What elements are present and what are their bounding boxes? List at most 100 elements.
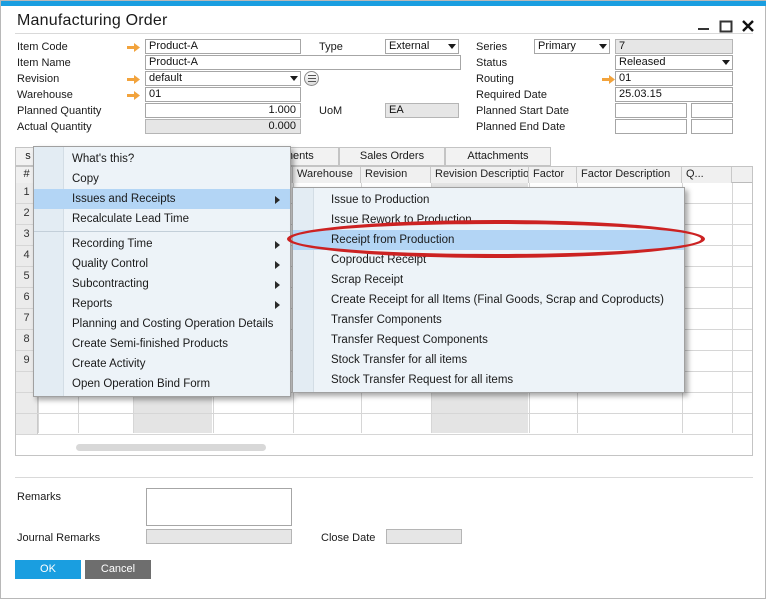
required-arrow-icon	[602, 74, 616, 85]
menu-item-label: Issue to Production	[331, 190, 429, 210]
menu-item-planning-and-costing-operation-details[interactable]: Planning and Costing Operation Details	[34, 314, 290, 334]
planned-end-date-input[interactable]	[615, 119, 687, 134]
menu-item-label: Create Activity	[72, 354, 146, 374]
chevron-right-icon	[275, 261, 280, 269]
footer-divider	[15, 477, 753, 478]
chevron-down-icon	[448, 44, 456, 49]
planned-start-date-input[interactable]	[615, 103, 687, 118]
status-select[interactable]: Released	[615, 55, 733, 70]
menu-item-label: Transfer Components	[331, 310, 442, 330]
label-journal-remarks: Journal Remarks	[17, 532, 100, 544]
menu-item-reports[interactable]: Reports	[34, 294, 290, 314]
type-select[interactable]: External	[385, 39, 459, 54]
routing-input[interactable]: 01	[615, 71, 733, 86]
menu-item-create-activity[interactable]: Create Activity	[34, 354, 290, 374]
label-remarks: Remarks	[17, 491, 61, 503]
chevron-down-icon	[599, 44, 607, 49]
planned-quantity-input[interactable]: 1.000	[145, 103, 301, 118]
grid-col-warehouse[interactable]: Warehouse	[293, 167, 361, 183]
menu-item-recording-time[interactable]: Recording Time	[34, 234, 290, 254]
chevron-right-icon	[275, 196, 280, 204]
submenu-item-stock-transfer-request-for-all-items[interactable]: Stock Transfer Request for all items	[293, 370, 684, 390]
context-menu[interactable]: What's this? Copy Issues and Receipts Re…	[33, 146, 291, 397]
label-type: Type	[319, 41, 343, 53]
submenu-item-scrap-receipt[interactable]: Scrap Receipt	[293, 270, 684, 290]
maximize-button[interactable]	[717, 18, 735, 34]
required-arrow-icon	[127, 74, 141, 85]
label-close-date: Close Date	[321, 532, 375, 544]
grid-col-revision-description[interactable]: Revision Description	[431, 167, 529, 183]
submenu-item-transfer-request-components[interactable]: Transfer Request Components	[293, 330, 684, 350]
menu-item-open-operation-bind-form[interactable]: Open Operation Bind Form	[34, 374, 290, 394]
item-name-input[interactable]: Product-A	[145, 55, 461, 70]
label-planned-start-date: Planned Start Date	[476, 105, 569, 117]
chevron-right-icon	[275, 281, 280, 289]
grid-col-factor-description[interactable]: Factor Description	[577, 167, 682, 183]
menu-item-label: Recording Time	[72, 234, 153, 254]
menu-item-label: Create Semi-finished Products	[72, 334, 228, 354]
series-value: Primary	[538, 40, 576, 52]
grid-col-revision[interactable]: Revision	[361, 167, 431, 183]
menu-item-subcontracting[interactable]: Subcontracting	[34, 274, 290, 294]
planned-start-time-input[interactable]	[691, 103, 733, 118]
menu-separator	[34, 231, 290, 232]
revision-list-button[interactable]	[304, 71, 319, 86]
close-button[interactable]	[739, 18, 757, 34]
menu-item-recalculate-lead-time[interactable]: Recalculate Lead Time	[34, 209, 290, 229]
type-value: External	[389, 40, 429, 52]
menu-item-label: Issues and Receipts	[72, 189, 176, 209]
menu-item-label: What's this?	[72, 149, 134, 169]
order-header-form: Item Code Item Name Revision Warehouse P…	[1, 34, 766, 139]
label-uom: UoM	[319, 105, 342, 117]
submenu-item-receipt-from-production[interactable]: Receipt from Production	[293, 230, 684, 250]
submenu-item-stock-transfer-for-all-items[interactable]: Stock Transfer for all items	[293, 350, 684, 370]
grid-horizontal-scrollbar[interactable]	[76, 444, 266, 451]
menu-item-label: Copy	[72, 169, 99, 189]
remarks-textarea[interactable]	[146, 488, 292, 526]
page-title: Manufacturing Order	[17, 12, 168, 30]
label-item-name: Item Name	[17, 57, 71, 69]
menu-item-copy[interactable]: Copy	[34, 169, 290, 189]
warehouse-input[interactable]: 01	[145, 87, 301, 102]
menu-item-issues-and-receipts[interactable]: Issues and Receipts	[34, 189, 290, 209]
manufacturing-order-window: Manufacturing Order Item Code Item Name …	[0, 0, 766, 599]
submenu-item-issue-rework-to-production[interactable]: Issue Rework to Production	[293, 210, 684, 230]
series-select[interactable]: Primary	[534, 39, 610, 54]
menu-item-whats-this[interactable]: What's this?	[34, 149, 290, 169]
label-planned-quantity: Planned Quantity	[17, 105, 101, 117]
required-date-input[interactable]: 25.03.15	[615, 87, 733, 102]
cancel-button[interactable]: Cancel	[85, 560, 151, 579]
menu-item-label: Create Receipt for all Items (Final Good…	[331, 290, 664, 310]
menu-item-label: Reports	[72, 294, 112, 314]
menu-item-create-semi-finished-products[interactable]: Create Semi-finished Products	[34, 334, 290, 354]
grid-col-factor[interactable]: Factor	[529, 167, 577, 183]
ok-button[interactable]: OK	[15, 560, 81, 579]
grid-col-quantity[interactable]: Q...	[682, 167, 732, 183]
revision-select[interactable]: default	[145, 71, 301, 86]
planned-end-time-input[interactable]	[691, 119, 733, 134]
minimize-button[interactable]	[695, 18, 713, 34]
chevron-right-icon	[275, 301, 280, 309]
title-bar: Manufacturing Order	[1, 6, 765, 33]
menu-item-label: Receipt from Production	[331, 230, 454, 250]
submenu-item-transfer-components[interactable]: Transfer Components	[293, 310, 684, 330]
tab-sales-orders[interactable]: Sales Orders	[339, 147, 445, 166]
submenu-item-issue-to-production[interactable]: Issue to Production	[293, 190, 684, 210]
menu-item-quality-control[interactable]: Quality Control	[34, 254, 290, 274]
label-item-code: Item Code	[17, 41, 68, 53]
label-actual-quantity: Actual Quantity	[17, 121, 92, 133]
item-code-input[interactable]: Product-A	[145, 39, 301, 54]
revision-value: default	[149, 72, 182, 84]
submenu-issues-and-receipts[interactable]: Issue to Production Issue Rework to Prod…	[292, 187, 685, 393]
submenu-item-create-receipt-for-all-items[interactable]: Create Receipt for all Items (Final Good…	[293, 290, 684, 310]
row-number	[16, 414, 38, 434]
table-row[interactable]	[16, 414, 752, 435]
journal-remarks-value	[146, 529, 292, 544]
label-series: Series	[476, 41, 507, 53]
label-warehouse: Warehouse	[17, 89, 73, 101]
menu-item-label: Scrap Receipt	[331, 270, 403, 290]
label-routing: Routing	[476, 73, 514, 85]
submenu-item-coproduct-receipt[interactable]: Coproduct Receipt	[293, 250, 684, 270]
tab-attachments[interactable]: Attachments	[445, 147, 551, 166]
series-number-value: 7	[615, 39, 733, 54]
